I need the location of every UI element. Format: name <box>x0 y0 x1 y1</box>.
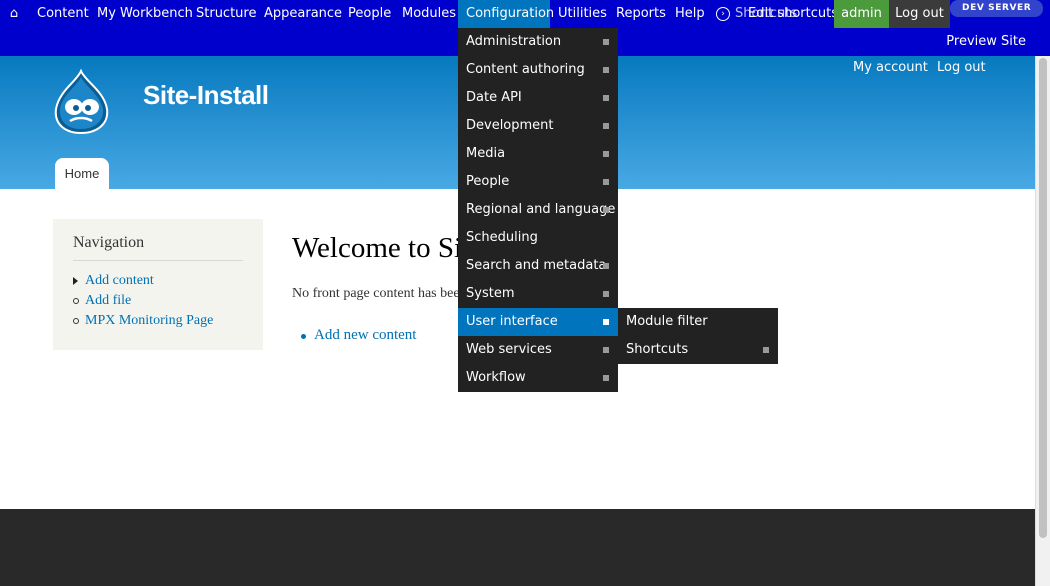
toolbar-item-content[interactable]: Content <box>37 0 89 28</box>
toolbar-item-reports[interactable]: Reports <box>616 0 666 28</box>
site-name[interactable]: Site-Install <box>143 80 269 111</box>
menu-item-scheduling[interactable]: Scheduling <box>458 224 618 252</box>
user-account-link[interactable]: admin <box>834 0 889 28</box>
submenu-indicator-icon <box>763 347 769 353</box>
toolbar-item-structure[interactable]: Structure <box>196 0 256 28</box>
vertical-scrollbar[interactable] <box>1035 56 1050 586</box>
menu-item-module-filter[interactable]: Module filter <box>618 308 778 336</box>
toolbar-item-people[interactable]: People <box>348 0 391 28</box>
home-icon[interactable]: ⌂ <box>0 0 28 28</box>
environment-badge: DEV SERVER <box>950 0 1044 17</box>
menu-item-label[interactable]: Scheduling <box>466 230 538 245</box>
shortcuts-toggle-icon[interactable]: › <box>716 7 730 21</box>
menu-item-label[interactable]: Search and metadata <box>466 258 606 273</box>
menu-item-label[interactable]: System <box>466 286 514 301</box>
submenu-indicator-icon <box>603 207 609 213</box>
navigation-title: Navigation <box>73 234 243 261</box>
submenu-indicator-icon <box>603 291 609 297</box>
configuration-dropdown-menu: Administration Content authoring Date AP… <box>458 28 618 392</box>
bullet-icon <box>301 334 306 339</box>
bullet-icon <box>73 298 79 304</box>
menu-item-system[interactable]: System <box>458 280 618 308</box>
submenu-indicator-icon <box>603 123 609 129</box>
menu-item-development[interactable]: Development <box>458 112 618 140</box>
menu-item-people[interactable]: People <box>458 168 618 196</box>
menu-item-label[interactable]: Workflow <box>466 370 526 385</box>
submenu-indicator-icon <box>603 347 609 353</box>
toolbar-logout-link[interactable]: Log out <box>889 0 950 28</box>
submenu-indicator-icon <box>603 263 609 269</box>
menu-item-label[interactable]: People <box>466 174 509 189</box>
add-new-content-label[interactable]: Add new content <box>314 327 416 343</box>
preview-site-link[interactable]: Preview Site <box>946 28 1026 56</box>
edit-shortcuts-link[interactable]: Edit shortcuts <box>748 0 838 28</box>
tab-home[interactable]: Home <box>55 158 109 189</box>
collapsed-arrow-icon <box>73 277 78 285</box>
header-logout-link[interactable]: Log out <box>937 60 986 75</box>
menu-item-search-metadata[interactable]: Search and metadata <box>458 252 618 280</box>
menu-item-label[interactable]: Date API <box>466 90 522 105</box>
bullet-icon <box>73 318 79 324</box>
nav-item-label[interactable]: Add content <box>85 273 154 288</box>
toolbar-item-my-workbench[interactable]: My Workbench <box>97 0 193 28</box>
menu-item-label[interactable]: Module filter <box>626 314 708 329</box>
add-new-content-link[interactable]: Add new content <box>301 327 416 344</box>
menu-item-label[interactable]: Shortcuts <box>626 342 688 357</box>
menu-item-administration[interactable]: Administration <box>458 28 618 56</box>
menu-item-label[interactable]: Regional and language <box>466 202 615 217</box>
user-interface-submenu: Module filter Shortcuts <box>618 308 778 364</box>
menu-item-label[interactable]: Web services <box>466 342 552 357</box>
site-footer <box>0 509 1035 586</box>
menu-item-content-authoring[interactable]: Content authoring <box>458 56 618 84</box>
menu-item-label[interactable]: Media <box>466 146 505 161</box>
submenu-indicator-icon <box>603 375 609 381</box>
my-account-link[interactable]: My account <box>853 60 928 75</box>
menu-item-user-interface[interactable]: User interface <box>458 308 618 336</box>
toolbar-item-configuration[interactable]: Configuration <box>458 0 554 28</box>
menu-item-workflow[interactable]: Workflow <box>458 364 618 392</box>
scrollbar-thumb[interactable] <box>1039 58 1047 538</box>
nav-item-add-file[interactable]: Add file <box>73 291 243 311</box>
submenu-indicator-icon <box>603 151 609 157</box>
menu-item-regional-language[interactable]: Regional and language <box>458 196 618 224</box>
menu-item-media[interactable]: Media <box>458 140 618 168</box>
nav-item-label[interactable]: Add file <box>85 293 131 308</box>
menu-item-label[interactable]: Administration <box>466 34 561 49</box>
menu-item-label[interactable]: Content authoring <box>466 62 585 77</box>
menu-item-web-services[interactable]: Web services <box>458 336 618 364</box>
menu-item-label[interactable]: User interface <box>466 314 558 329</box>
toolbar-item-utilities[interactable]: Utilities <box>558 0 607 28</box>
nav-item-add-content[interactable]: Add content <box>73 271 243 291</box>
toolbar-item-modules[interactable]: Modules <box>402 0 456 28</box>
submenu-indicator-icon <box>603 179 609 185</box>
toolbar-item-help[interactable]: Help <box>675 0 705 28</box>
menu-item-date-api[interactable]: Date API <box>458 84 618 112</box>
drupal-logo-icon[interactable] <box>52 69 110 135</box>
nav-item-label[interactable]: MPX Monitoring Page <box>85 313 213 328</box>
nav-item-mpx-monitoring[interactable]: MPX Monitoring Page <box>73 311 243 331</box>
toolbar-item-appearance[interactable]: Appearance <box>264 0 342 28</box>
submenu-indicator-icon <box>603 39 609 45</box>
menu-item-label[interactable]: Development <box>466 118 554 133</box>
submenu-indicator-icon <box>603 95 609 101</box>
submenu-indicator-icon <box>603 67 609 73</box>
navigation-block: Navigation Add content Add file MPX Moni… <box>53 219 263 350</box>
submenu-indicator-icon <box>603 319 609 325</box>
menu-item-shortcuts[interactable]: Shortcuts <box>618 336 778 364</box>
